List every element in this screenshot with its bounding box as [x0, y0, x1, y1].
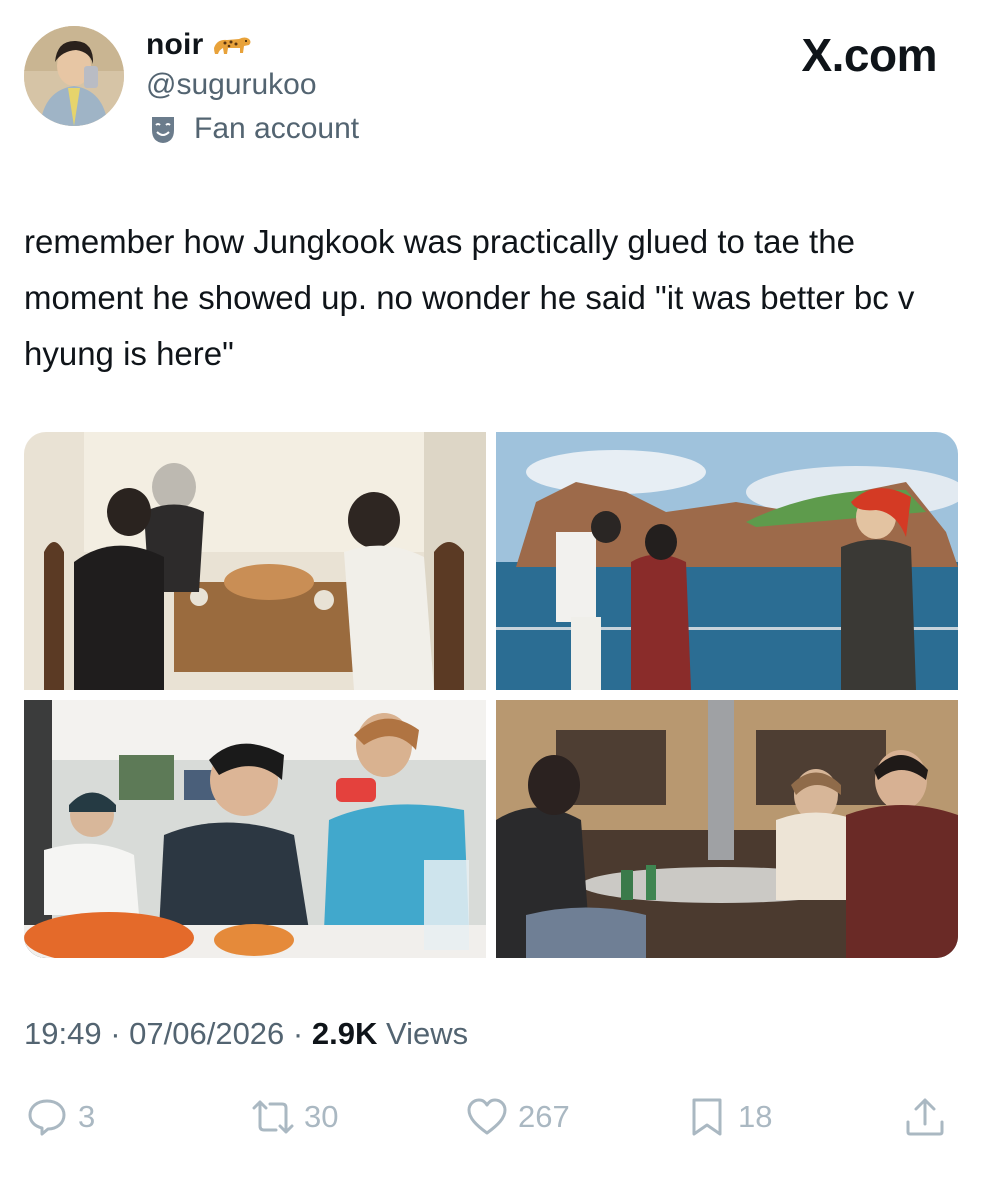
media-photo-1[interactable] — [24, 432, 486, 690]
reply-count: 3 — [78, 1099, 96, 1134]
tweet-time[interactable]: 19:49 — [24, 1016, 102, 1051]
tweet-card: noir @sugurukoo Fan account X.com rememb… — [0, 0, 981, 1200]
repost-icon — [252, 1100, 294, 1134]
share-button[interactable] — [902, 1094, 948, 1140]
photo-bbq-restaurant — [496, 700, 958, 958]
repost-count: 30 — [304, 1099, 339, 1134]
display-name[interactable]: noir — [146, 28, 203, 62]
tweet-date[interactable]: 07/06/2026 — [129, 1016, 284, 1051]
views-count: 2.9K — [311, 1016, 378, 1051]
name-row: noir — [146, 28, 253, 62]
share-icon — [906, 1098, 944, 1136]
like-count: 267 — [518, 1099, 570, 1134]
meta-separator: · — [292, 1016, 312, 1051]
action-bar: 3 30 267 18 — [24, 1094, 958, 1150]
tweet-text: remember how Jungkook was practically gl… — [24, 223, 915, 372]
media-photo-4[interactable] — [496, 700, 958, 958]
account-label-text: Fan account — [194, 112, 360, 145]
avatar[interactable] — [24, 26, 124, 126]
photo-restaurant-feeding — [24, 700, 486, 958]
photo-dining-room — [24, 432, 486, 690]
leopard-icon — [214, 37, 251, 54]
photo-sea-cliff — [496, 432, 958, 690]
like-button[interactable]: 267 — [464, 1094, 570, 1140]
heart-icon — [467, 1098, 507, 1135]
media-photo-3[interactable] — [24, 700, 486, 958]
avatar-photo — [24, 26, 124, 126]
account-label: Fan account — [146, 112, 359, 146]
meta-separator: · — [110, 1016, 130, 1051]
reply-icon — [28, 1099, 66, 1136]
brand-logo: X.com — [801, 29, 937, 81]
handle[interactable]: @sugurukoo — [146, 68, 317, 102]
tweet-meta: 19:49 · 07/06/2026 · 2.9K Views — [24, 1016, 468, 1052]
media-grid — [24, 432, 958, 958]
media-photo-2[interactable] — [496, 432, 958, 690]
theater-mask-icon — [152, 117, 174, 143]
reply-button[interactable]: 3 — [24, 1094, 95, 1140]
views-label: Views — [385, 1016, 469, 1051]
repost-button[interactable]: 30 — [250, 1094, 338, 1140]
bookmark-icon — [692, 1098, 722, 1136]
bookmark-count: 18 — [738, 1099, 773, 1134]
bookmark-button[interactable]: 18 — [684, 1094, 772, 1140]
